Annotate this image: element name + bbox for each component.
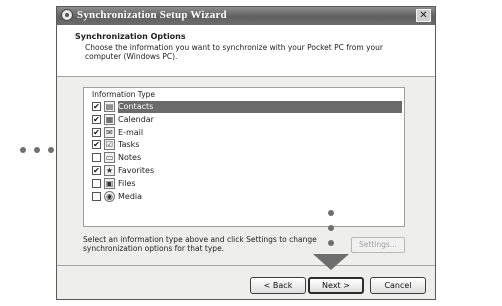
email-label: E-mail: [118, 127, 144, 137]
calendar-label: Calendar: [118, 114, 154, 124]
tasks-icon: ☑: [104, 139, 115, 151]
annotation-arrow-down-icon: [313, 254, 349, 270]
wizard-header: Synchronization Options Choose the infor…: [57, 25, 435, 77]
list-item-favorites[interactable]: ✔ ★ Favorites: [92, 164, 404, 178]
list-header: Information Type: [92, 90, 156, 99]
annotation-dot: [328, 225, 334, 231]
contacts-icon: ▤: [104, 101, 115, 112]
title-bar: Synchronization Setup Wizard ✕: [57, 7, 435, 25]
calendar-icon: ▦: [104, 113, 115, 125]
contacts-checkbox[interactable]: ✔: [92, 102, 101, 111]
list-item-tasks[interactable]: ✔ ☑ Tasks: [92, 139, 404, 152]
next-button[interactable]: Next >: [308, 277, 364, 294]
annotation-dot: [328, 240, 334, 246]
page-description: Choose the information you want to synch…: [85, 43, 383, 61]
email-icon: ✉: [104, 126, 115, 138]
media-icon: ◉: [104, 190, 115, 202]
files-icon: ▣: [104, 177, 115, 189]
settings-button[interactable]: Settings...: [351, 237, 405, 253]
media-checkbox[interactable]: [92, 191, 101, 201]
favorites-label: Favorites: [118, 165, 155, 175]
tasks-label: Tasks: [118, 140, 140, 150]
list-item-notes[interactable]: ▭ Notes: [92, 152, 404, 165]
list-item-contacts[interactable]: ✔ ▤ Contacts: [92, 101, 404, 114]
notes-icon: ▭: [104, 152, 115, 164]
page-title: Synchronization Options: [75, 32, 186, 41]
calendar-checkbox[interactable]: ✔: [92, 114, 101, 124]
notes-checkbox[interactable]: [92, 153, 101, 163]
files-checkbox[interactable]: [92, 178, 101, 188]
list-item-media[interactable]: ◉ Media: [92, 190, 404, 204]
annotation-dot: [48, 147, 54, 153]
settings-instruction: Select an information type above and cli…: [83, 235, 317, 253]
divider: [57, 265, 435, 266]
annotation-dot: [328, 210, 334, 216]
favorites-icon: ★: [104, 164, 115, 176]
annotation-dot: [20, 147, 26, 153]
list-item-email[interactable]: ✔ ✉ E-mail: [92, 126, 404, 140]
annotation-dot: [34, 147, 40, 153]
files-label: Files: [118, 178, 136, 188]
media-label: Media: [118, 191, 143, 201]
back-button[interactable]: < Back: [250, 277, 306, 294]
contacts-label: Contacts: [118, 102, 154, 111]
list-item-files[interactable]: ▣ Files: [92, 177, 404, 191]
activesync-icon: [61, 9, 73, 21]
email-checkbox[interactable]: ✔: [92, 127, 101, 137]
wizard-window: Synchronization Setup Wizard ✕ Synchroni…: [56, 6, 436, 300]
tasks-checkbox[interactable]: ✔: [92, 140, 101, 150]
favorites-checkbox[interactable]: ✔: [92, 165, 101, 175]
close-button[interactable]: ✕: [416, 9, 431, 22]
window-title: Synchronization Setup Wizard: [77, 9, 227, 21]
list-item-calendar[interactable]: ✔ ▦ Calendar: [92, 113, 404, 127]
notes-label: Notes: [118, 153, 142, 163]
info-type-items: ✔ ▤ Contacts ✔ ▦ Calendar ✔ ✉ E-mail ✔ ☑…: [92, 101, 404, 203]
information-type-list: Information Type ✔ ▤ Contacts ✔ ▦ Calend…: [83, 87, 405, 227]
cancel-button[interactable]: Cancel: [370, 277, 426, 294]
